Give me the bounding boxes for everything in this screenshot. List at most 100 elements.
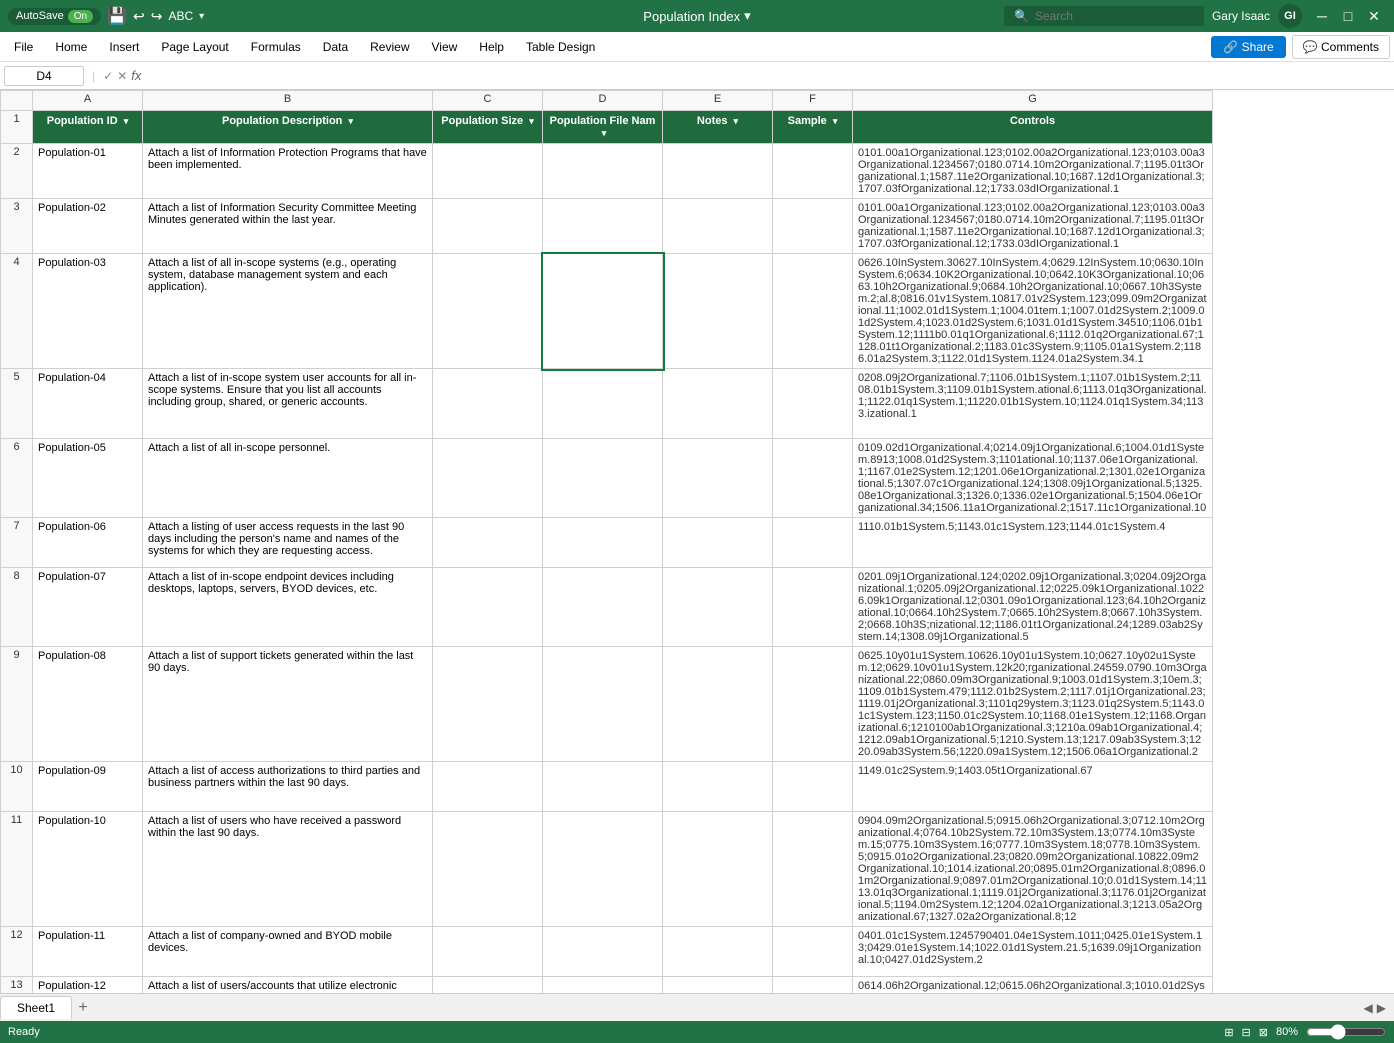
pop-desc-cell-9[interactable]: Attach a list of users who have received…: [143, 812, 433, 927]
controls-cell-9[interactable]: 0904.09m2Organizational.5;0915.06h2Organ…: [853, 812, 1213, 927]
notes-cell-2[interactable]: [663, 254, 773, 369]
pop-size-cell-6[interactable]: [433, 568, 543, 647]
autosave-toggle[interactable]: On: [68, 10, 93, 23]
col-header-f[interactable]: F: [773, 91, 853, 111]
abc-icon[interactable]: ABC: [168, 9, 193, 23]
col-header-b[interactable]: B: [143, 91, 433, 111]
notes-cell-4[interactable]: [663, 439, 773, 518]
notes-cell-6[interactable]: [663, 568, 773, 647]
cell-reference-input[interactable]: [4, 66, 84, 86]
sample-cell-5[interactable]: [773, 518, 853, 568]
col-header-a[interactable]: A: [33, 91, 143, 111]
controls-cell-0[interactable]: 0101.00a1Organizational.123;0102.00a2Org…: [853, 144, 1213, 199]
menu-insert[interactable]: Insert: [99, 36, 149, 58]
header-sample[interactable]: Sample ▾: [773, 111, 853, 144]
notes-cell-9[interactable]: [663, 812, 773, 927]
sample-cell-0[interactable]: [773, 144, 853, 199]
sample-cell-4[interactable]: [773, 439, 853, 518]
pop-file-filter[interactable]: ▾: [602, 128, 607, 138]
controls-cell-3[interactable]: 0208.09j2Organizational.7;1106.01b1Syste…: [853, 369, 1213, 439]
pop-file-cell-10[interactable]: [543, 927, 663, 977]
header-controls[interactable]: Controls: [853, 111, 1213, 144]
pop-size-cell-1[interactable]: [433, 199, 543, 254]
menu-help[interactable]: Help: [469, 36, 514, 58]
sample-cell-10[interactable]: [773, 927, 853, 977]
pop-desc-cell-11[interactable]: Attach a list of users/accounts that uti…: [143, 977, 433, 994]
sheet-scroll[interactable]: A B C D E F G 1 Population ID ▾ Populati…: [0, 90, 1394, 993]
undo-icon[interactable]: ↩: [133, 8, 145, 25]
comments-button[interactable]: 💬 Comments: [1292, 35, 1390, 59]
notes-cell-3[interactable]: [663, 369, 773, 439]
notes-cell-5[interactable]: [663, 518, 773, 568]
header-notes[interactable]: Notes ▾: [663, 111, 773, 144]
col-header-c[interactable]: C: [433, 91, 543, 111]
pop-size-cell-8[interactable]: [433, 762, 543, 812]
close-button[interactable]: ✕: [1362, 4, 1386, 28]
sheet-tab-1[interactable]: Sheet1: [0, 996, 72, 1019]
pop-size-cell-2[interactable]: [433, 254, 543, 369]
scroll-right-icon[interactable]: ▶: [1377, 1001, 1386, 1015]
pop-desc-cell-2[interactable]: Attach a list of all in-scope systems (e…: [143, 254, 433, 369]
pop-id-filter[interactable]: ▾: [124, 116, 129, 126]
sample-cell-7[interactable]: [773, 647, 853, 762]
pop-id-cell-6[interactable]: Population-07: [33, 568, 143, 647]
sample-cell-6[interactable]: [773, 568, 853, 647]
check-icon[interactable]: ✓: [103, 69, 113, 83]
redo-icon[interactable]: ↪: [151, 8, 163, 25]
pop-file-cell-2[interactable]: [543, 254, 663, 369]
pop-desc-cell-4[interactable]: Attach a list of all in-scope personnel.: [143, 439, 433, 518]
menu-table-design[interactable]: Table Design: [516, 36, 605, 58]
pop-desc-cell-7[interactable]: Attach a list of support tickets generat…: [143, 647, 433, 762]
pop-desc-cell-0[interactable]: Attach a list of Information Protection …: [143, 144, 433, 199]
sample-cell-11[interactable]: [773, 977, 853, 994]
pop-desc-filter[interactable]: ▾: [348, 116, 353, 126]
save-icon[interactable]: 💾: [107, 6, 127, 26]
pop-size-filter[interactable]: ▾: [529, 116, 534, 126]
pop-size-cell-0[interactable]: [433, 144, 543, 199]
controls-cell-4[interactable]: 0109.02d1Organizational.4;0214.09j1Organ…: [853, 439, 1213, 518]
sample-cell-9[interactable]: [773, 812, 853, 927]
sample-cell-8[interactable]: [773, 762, 853, 812]
pop-id-cell-1[interactable]: Population-02: [33, 199, 143, 254]
pop-size-cell-4[interactable]: [433, 439, 543, 518]
page-layout-icon[interactable]: ⊟: [1242, 1026, 1251, 1039]
menu-page-layout[interactable]: Page Layout: [151, 36, 238, 58]
sample-cell-1[interactable]: [773, 199, 853, 254]
controls-cell-11[interactable]: 0614.06h2Organizational.12;0615.06h2Orga…: [853, 977, 1213, 994]
pop-id-cell-9[interactable]: Population-10: [33, 812, 143, 927]
notes-cell-1[interactable]: [663, 199, 773, 254]
pop-size-cell-10[interactable]: [433, 927, 543, 977]
pop-file-cell-3[interactable]: [543, 369, 663, 439]
pop-file-cell-4[interactable]: [543, 439, 663, 518]
pop-size-cell-11[interactable]: [433, 977, 543, 994]
controls-cell-8[interactable]: 1149.01c2System.9;1403.05t1Organizationa…: [853, 762, 1213, 812]
header-pop-desc[interactable]: Population Description ▾: [143, 111, 433, 144]
notes-filter[interactable]: ▾: [734, 116, 739, 126]
pop-desc-cell-6[interactable]: Attach a list of in-scope endpoint devic…: [143, 568, 433, 647]
pop-desc-cell-3[interactable]: Attach a list of in-scope system user ac…: [143, 369, 433, 439]
pop-id-cell-2[interactable]: Population-03: [33, 254, 143, 369]
pop-desc-cell-1[interactable]: Attach a list of Information Security Co…: [143, 199, 433, 254]
app-title-dropdown[interactable]: Population Index ▾: [643, 8, 750, 24]
pop-id-cell-8[interactable]: Population-09: [33, 762, 143, 812]
pop-file-cell-5[interactable]: [543, 518, 663, 568]
menu-view[interactable]: View: [422, 36, 468, 58]
menu-data[interactable]: Data: [313, 36, 358, 58]
pop-desc-cell-5[interactable]: Attach a listing of user access requests…: [143, 518, 433, 568]
notes-cell-8[interactable]: [663, 762, 773, 812]
grid-icon[interactable]: ⊞: [1224, 1026, 1233, 1039]
pop-id-cell-5[interactable]: Population-06: [33, 518, 143, 568]
header-pop-id[interactable]: Population ID ▾: [33, 111, 143, 144]
header-pop-file[interactable]: Population File Nam ▾: [543, 111, 663, 144]
sample-filter[interactable]: ▾: [833, 116, 838, 126]
pop-size-cell-3[interactable]: [433, 369, 543, 439]
notes-cell-11[interactable]: [663, 977, 773, 994]
menu-home[interactable]: Home: [45, 36, 97, 58]
pop-id-cell-11[interactable]: Population-12: [33, 977, 143, 994]
pop-desc-cell-10[interactable]: Attach a list of company-owned and BYOD …: [143, 927, 433, 977]
pop-file-cell-7[interactable]: [543, 647, 663, 762]
dropdown-icon[interactable]: ▾: [199, 11, 204, 22]
pop-file-cell-9[interactable]: [543, 812, 663, 927]
menu-formulas[interactable]: Formulas: [241, 36, 311, 58]
controls-cell-2[interactable]: 0626.10InSystem.30627.10InSystem.4;0629.…: [853, 254, 1213, 369]
